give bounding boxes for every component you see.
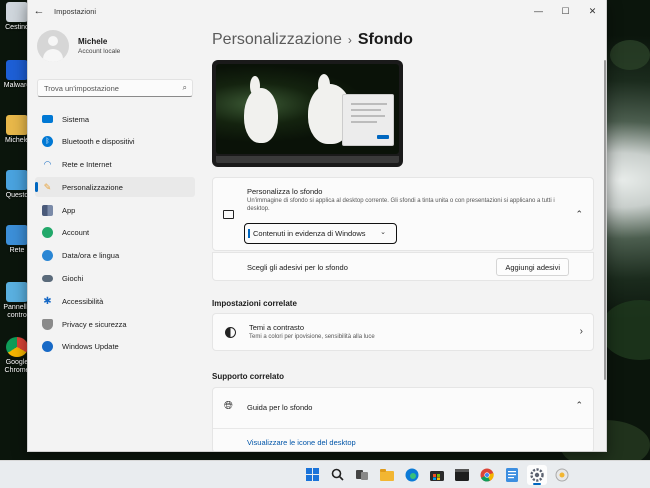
user-profile[interactable]: Michele Account locale: [37, 30, 120, 62]
account-type: Account locale: [78, 48, 121, 55]
stickers-row: Scegli gli adesivi per lo sfondo Aggiung…: [212, 252, 594, 281]
wifi-icon: ◠: [43, 159, 52, 170]
apps-icon: [42, 204, 53, 216]
search-icon[interactable]: ⌕: [183, 83, 187, 93]
sidebar-item-windows-update[interactable]: Windows Update: [35, 337, 195, 357]
search-box[interactable]: ⌕: [37, 79, 193, 97]
contrast-icon: [225, 327, 236, 338]
maximize-button[interactable]: ☐: [552, 0, 579, 22]
back-arrow-icon[interactable]: ←: [28, 5, 50, 17]
breadcrumb-current: Sfondo: [357, 31, 413, 48]
taskbar: [0, 460, 650, 488]
preview-taskbar: [216, 156, 399, 163]
personalize-background-card[interactable]: Personalizza lo sfondo Un'immagine di sf…: [212, 177, 594, 251]
page-title: Personalizzazione › Sfondo: [212, 31, 413, 49]
search-icon[interactable]: [327, 465, 347, 485]
control-panel-icon: [6, 282, 28, 302]
background-type-value: Contenuti in evidenza di Windows: [253, 229, 366, 238]
update-icon: [42, 341, 53, 353]
breadcrumb-parent[interactable]: Personalizzazione: [212, 31, 342, 48]
notepad-icon[interactable]: [502, 465, 522, 485]
shield-icon: [42, 318, 53, 330]
sidebar-item-data-ora[interactable]: Data/ora e lingua: [35, 246, 195, 266]
main-content: Personalizzazione › Sfondo Personalizza …: [212, 22, 597, 451]
brush-icon: ✎: [43, 181, 52, 192]
personalize-background-title: Personalizza lo sfondo: [247, 187, 323, 196]
search-input[interactable]: [38, 83, 168, 93]
background-type-dropdown[interactable]: Contenuti in evidenza di Windows ⌄: [244, 223, 397, 244]
background-help-title: Guida per lo sfondo: [247, 403, 313, 412]
contrast-themes-card[interactable]: Temi a contrasto Temi a colori per ipovi…: [212, 313, 594, 351]
globe-icon: 🌐︎: [224, 400, 233, 412]
sidebar-item-accessibilita[interactable]: ✱ Accessibilità: [35, 291, 195, 311]
network-icon: [6, 225, 28, 245]
recycle-bin-icon: [6, 2, 28, 22]
monitor-icon: [42, 115, 53, 123]
related-settings-heading: Impostazioni correlate: [212, 299, 297, 308]
sidebar-item-app[interactable]: App: [35, 200, 195, 220]
sidebar-item-personalizzazione[interactable]: ✎ Personalizzazione: [35, 177, 195, 198]
gamepad-icon: [42, 275, 53, 283]
chevron-up-icon[interactable]: ⌃: [575, 400, 583, 411]
contrast-themes-description: Temi a colori per ipovisione, sensibilit…: [249, 334, 375, 340]
settings-icon[interactable]: [527, 464, 547, 485]
chrome-icon[interactable]: [477, 465, 497, 485]
background-help-card: 🌐︎ Guida per lo sfondo ⌃ Visualizzare le…: [212, 387, 594, 451]
show-desktop-icons-link[interactable]: Visualizzare le icone del desktop: [247, 438, 356, 447]
add-stickers-button[interactable]: Aggiungi adesivi: [496, 258, 569, 276]
stickers-label: Scegli gli adesivi per lo sfondo: [247, 263, 348, 272]
image-icon: [223, 210, 234, 219]
chevron-right-icon: ›: [579, 326, 583, 337]
sidebar-item-sistema[interactable]: Sistema: [35, 109, 195, 129]
chevron-down-icon: ⌄: [380, 229, 386, 236]
divider: [213, 428, 593, 429]
settings-window: ← Impostazioni — ☐ ✕ Michele Account loc…: [27, 0, 607, 452]
terminal-icon[interactable]: [452, 465, 472, 485]
globe-clock-icon: [42, 250, 53, 262]
personalize-background-description: Un'immagine di sfondo si applica al desk…: [247, 198, 555, 212]
wallpaper-preview: [212, 60, 403, 167]
sidebar-nav: Sistema ᛒ Bluetooth e dispositivi ◠ Rete…: [35, 109, 195, 360]
sidebar-item-giochi[interactable]: Giochi: [35, 269, 195, 289]
person-icon: [42, 227, 53, 239]
sidebar-item-account[interactable]: Account: [35, 223, 195, 243]
user-name: Michele: [78, 37, 108, 46]
title-bar: ← Impostazioni — ☐ ✕: [28, 0, 606, 22]
close-button[interactable]: ✕: [579, 0, 606, 22]
contrast-themes-title: Temi a contrasto: [249, 323, 305, 332]
task-view-icon[interactable]: [352, 465, 372, 485]
windows-start-icon[interactable]: [302, 465, 322, 485]
chevron-up-icon[interactable]: ⌃: [575, 209, 583, 220]
file-explorer-icon[interactable]: [377, 465, 397, 485]
preview-window-sample: [342, 94, 394, 146]
sidebar-item-rete[interactable]: ◠ Rete e Internet: [35, 155, 195, 175]
accessibility-icon: ✱: [43, 295, 52, 307]
edge-icon[interactable]: [402, 465, 422, 485]
wallpaper-preview-image: [216, 64, 399, 154]
scrollbar[interactable]: [604, 60, 606, 380]
malware-icon: [6, 60, 28, 80]
folder-icon: [6, 115, 28, 135]
breadcrumb-separator: ›: [347, 33, 352, 47]
sidebar-item-bluetooth[interactable]: ᛒ Bluetooth e dispositivi: [35, 132, 195, 152]
related-support-heading: Supporto correlato: [212, 372, 285, 381]
sidebar-item-privacy[interactable]: Privacy e sicurezza: [35, 314, 195, 334]
chrome-icon: [6, 337, 28, 357]
computer-icon: [6, 170, 28, 190]
minimize-button[interactable]: —: [525, 0, 552, 22]
bluetooth-icon: ᛒ: [42, 136, 53, 148]
sidebar: Michele Account locale ⌕ Sistema ᛒ Bluet…: [28, 22, 203, 451]
store-icon[interactable]: [427, 465, 447, 485]
window-title: Impostazioni: [54, 6, 97, 16]
snipping-icon[interactable]: [552, 465, 572, 485]
avatar: [37, 30, 69, 62]
